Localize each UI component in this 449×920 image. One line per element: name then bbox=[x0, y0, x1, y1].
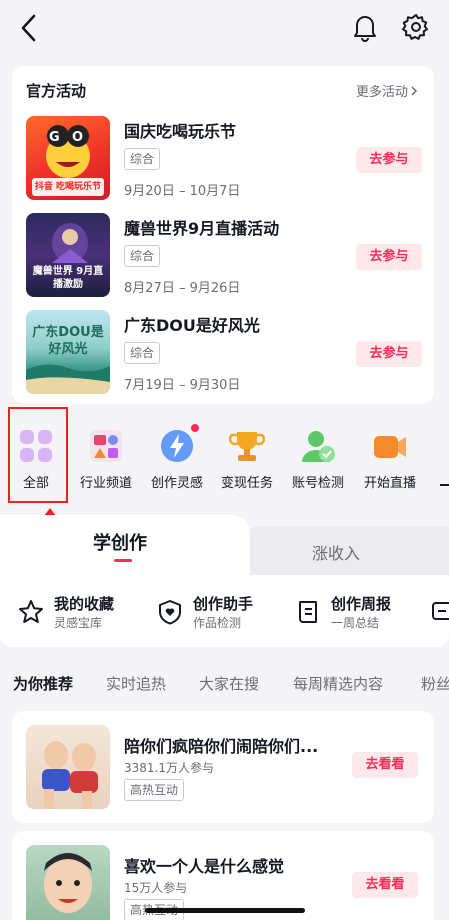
quick-item-monetize[interactable]: 变现任务 bbox=[211, 414, 283, 491]
more-activities-link[interactable]: 更多活动 bbox=[356, 81, 418, 100]
recommendation-title: 喜欢一个人是什么感觉 bbox=[124, 857, 285, 876]
quick-item-go-live[interactable]: 开始直播 bbox=[354, 414, 426, 491]
feed-tab[interactable]: 粉丝 bbox=[421, 673, 449, 694]
quick-item-label: 变现任务 bbox=[220, 476, 273, 491]
top-bar bbox=[0, 0, 449, 56]
activity-tag: 综合 bbox=[124, 342, 161, 364]
recommendation-thumbnail bbox=[26, 725, 110, 809]
home-indicator bbox=[145, 908, 305, 913]
lightning-icon bbox=[159, 424, 199, 464]
feed-tab[interactable]: 每周精选内容 bbox=[293, 673, 383, 694]
partial-tool-icon bbox=[432, 602, 449, 620]
channel-icon bbox=[88, 428, 124, 464]
highlight-box bbox=[8, 407, 68, 503]
activity-date: 8月27日 – 9月26日 bbox=[124, 281, 241, 296]
tab-learn-label: 学创作 bbox=[93, 533, 147, 554]
overflow-hint bbox=[440, 484, 449, 486]
report-icon bbox=[299, 601, 317, 623]
quick-item-account-check[interactable]: 账号检测 bbox=[282, 414, 354, 491]
tool-name: 创作周报 bbox=[331, 595, 392, 613]
join-button[interactable]: 去参与 bbox=[356, 244, 422, 270]
participant-count: 15万人参与 bbox=[124, 881, 188, 895]
trophy-icon bbox=[228, 428, 266, 464]
svg-text:O: O bbox=[72, 130, 83, 145]
view-button[interactable]: 去看看 bbox=[352, 752, 418, 778]
recommendation-feed: 为你推荐 实时追热 大家在搜 每周精选内容 粉丝 陪你们疯陪你们闹陪你们... … bbox=[0, 657, 449, 920]
card-title: 官方活动 bbox=[26, 82, 87, 100]
tool-subtitle: 作品检测 bbox=[193, 616, 242, 630]
feed-tab[interactable]: 实时追热 bbox=[106, 673, 166, 694]
feed-tab[interactable]: 为你推荐 bbox=[13, 673, 73, 694]
chevron-right-icon bbox=[411, 85, 418, 96]
recommendation-thumbnail bbox=[26, 845, 110, 920]
activity-tag: 综合 bbox=[124, 148, 161, 170]
quick-item-label: 开始直播 bbox=[363, 476, 416, 491]
quick-item-label: 账号检测 bbox=[291, 476, 344, 491]
view-button[interactable]: 去看看 bbox=[352, 872, 418, 898]
thumbnail-caption: 抖音 吃喝玩乐节 bbox=[34, 182, 102, 192]
activity-thumbnail: 广东DOU是好风光 bbox=[26, 310, 110, 394]
notification-dot bbox=[191, 424, 199, 432]
activity-date: 7月19日 – 9月30日 bbox=[124, 378, 241, 393]
recommendation-title: 陪你们疯陪你们闹陪你们... bbox=[124, 737, 319, 756]
settings-gear-icon[interactable] bbox=[401, 12, 431, 42]
feed-tab[interactable]: 大家在搜 bbox=[199, 673, 259, 694]
activity-item[interactable]: 广东DOU是好风光 广东DOU是好风光 综合 7月19日 – 9月30日 去参与 bbox=[26, 310, 422, 394]
svg-text:G: G bbox=[49, 130, 60, 145]
join-button[interactable]: 去参与 bbox=[356, 147, 422, 173]
official-activities-card: 官方活动 更多活动 G O 抖音 吃喝玩乐节 国庆吃喝玩乐节 综合 9月20日 … bbox=[12, 66, 434, 404]
back-icon[interactable] bbox=[14, 12, 44, 44]
tool-subtitle: 灵感宝库 bbox=[54, 616, 103, 630]
activity-thumbnail: G O 抖音 吃喝玩乐节 bbox=[26, 116, 110, 200]
activity-name: 广东DOU是好风光 bbox=[124, 316, 260, 335]
recommendation-card[interactable]: 陪你们疯陪你们闹陪你们... 3381.1万人参与 高热互动 去看看 bbox=[12, 711, 434, 823]
quick-item-inspiration[interactable]: 创作灵感 bbox=[141, 414, 213, 491]
join-button[interactable]: 去参与 bbox=[356, 341, 422, 367]
quick-item-channel[interactable]: 行业频道 bbox=[70, 414, 142, 491]
tools-row: 我的收藏 灵感宝库 创作助手 作品检测 创作周报 一周总结 bbox=[0, 575, 449, 647]
tool-name: 我的收藏 bbox=[54, 595, 115, 613]
user-check-icon bbox=[300, 428, 336, 464]
participant-count: 3381.1万人参与 bbox=[124, 761, 214, 775]
quick-item-label: 行业频道 bbox=[79, 476, 132, 491]
activity-item[interactable]: G O 抖音 吃喝玩乐节 国庆吃喝玩乐节 综合 9月20日 – 10月7日 去参… bbox=[26, 116, 422, 200]
tool-subtitle: 一周总结 bbox=[331, 616, 380, 630]
camera-icon bbox=[372, 428, 408, 464]
activity-name: 国庆吃喝玩乐节 bbox=[124, 122, 237, 141]
activity-date: 9月20日 – 10月7日 bbox=[124, 184, 241, 199]
star-icon bbox=[19, 600, 43, 623]
tool-name: 创作助手 bbox=[193, 595, 254, 613]
activity-name: 魔兽世界9月直播活动 bbox=[124, 219, 280, 238]
tab-earn-label: 涨收入 bbox=[312, 544, 361, 563]
thumbnail-caption: 广东DOU是好风光 bbox=[32, 325, 104, 357]
section-tabs: 学创作 涨收入 bbox=[0, 515, 449, 575]
bell-icon[interactable] bbox=[351, 12, 379, 42]
quick-item-label: 创作灵感 bbox=[150, 476, 203, 491]
activity-tag: 综合 bbox=[124, 245, 161, 267]
activity-thumbnail: 魔兽世界 9月直播激励 bbox=[26, 213, 110, 297]
activity-item[interactable]: 魔兽世界 9月直播激励 魔兽世界9月直播活动 综合 8月27日 – 9月26日 … bbox=[26, 213, 422, 297]
thumbnail-caption: 魔兽世界 9月直播激励 bbox=[32, 266, 104, 290]
shield-heart-icon bbox=[159, 600, 181, 625]
feed-tabs: 为你推荐 实时追热 大家在搜 每周精选内容 粉丝 bbox=[0, 657, 449, 707]
recommendation-card[interactable]: 喜欢一个人是什么感觉 15万人参与 高热互动 去看看 bbox=[12, 831, 434, 920]
recommendation-tag: 高热互动 bbox=[124, 779, 185, 801]
active-tab-indicator bbox=[114, 559, 132, 562]
